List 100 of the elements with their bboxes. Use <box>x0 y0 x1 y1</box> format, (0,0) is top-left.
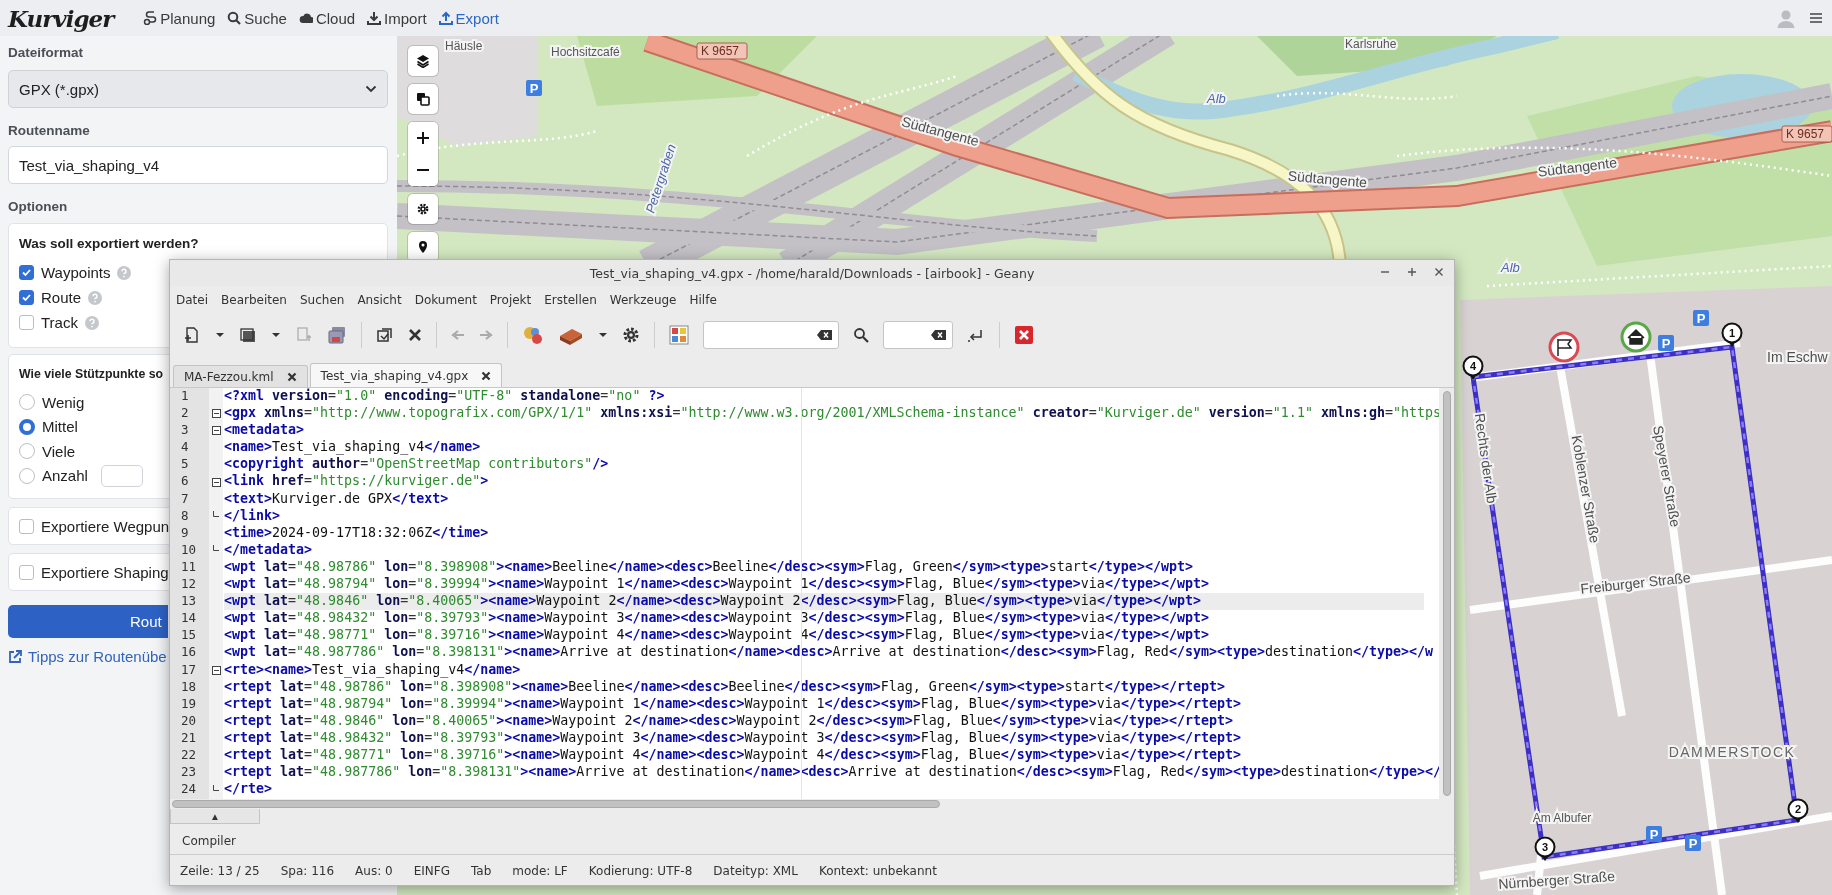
panel-toggle-button[interactable]: ▲ <box>170 809 260 824</box>
menu-item[interactable]: Ansicht <box>357 292 402 307</box>
radio-button[interactable] <box>19 394 35 411</box>
route-name-field[interactable]: Test_via_shaping_v4 <box>8 146 388 184</box>
settings-button[interactable] <box>408 194 438 224</box>
app-logo[interactable]: Kurviger <box>8 4 114 32</box>
nav-link[interactable]: Export <box>438 9 499 27</box>
parking-sign: P <box>526 80 542 96</box>
fold-toggle-icon[interactable] <box>211 477 221 487</box>
code-line: <rtept lat="48.98794" lon="8.39994"><name>Waypoint 1</name><desc>Waypoint 1</desc><sym>Flag, Blue</sym><type>via</type></rtept> <box>224 695 1242 713</box>
status-item: Dateityp: XML <box>713 863 798 878</box>
menu-item[interactable]: Suchen <box>299 292 345 307</box>
close-icon[interactable] <box>408 328 422 342</box>
fold-toggle-icon[interactable] <box>211 426 221 436</box>
checkbox[interactable] <box>19 290 34 305</box>
nav-link[interactable]: Cloud <box>298 9 356 27</box>
code-line: <rtept lat="48.9846" lon="8.40065"><name>Waypoint 2</name><desc>Waypoint 2</desc><sym>Flag, Blue</sym><type>via</type></rtept> <box>224 712 1234 730</box>
overlay-icon <box>416 92 430 106</box>
close-icon[interactable] <box>1434 267 1444 277</box>
menu-item[interactable]: Datei <box>176 292 208 307</box>
code-line: <wpt lat="48.98432" lon="8.39793"><name>Waypoint 3</name><desc>Waypoint 3</desc><sym>Flag, Blue</sym><type>via</type></wpt> <box>224 610 1210 628</box>
file-tab[interactable]: MA-Fezzou.kml <box>173 365 308 387</box>
tips-link[interactable]: Tipps zur Routenübe <box>8 648 167 665</box>
overlay-button[interactable] <box>408 84 438 114</box>
layers-button[interactable] <box>408 46 438 76</box>
code-line: <wpt lat="48.987786" lon="8.398131"><name>Arrive at destination</name><desc>Arrive at destination</desc><sym>Flag, Red</sym><type>destination</type></w <box>224 644 1434 662</box>
dropdown-icon[interactable] <box>215 332 225 338</box>
number-field[interactable] <box>100 464 143 487</box>
dropdown-icon[interactable] <box>271 332 281 338</box>
parking-sign: P <box>1646 826 1662 842</box>
close-icon[interactable] <box>286 371 297 382</box>
panel-tab[interactable]: Compiler <box>176 832 242 850</box>
checkmark-icon <box>21 292 32 303</box>
checkbox[interactable] <box>19 564 34 580</box>
horizontal-scrollbar[interactable] <box>170 799 1454 809</box>
maximize-icon[interactable] <box>1407 267 1417 277</box>
radio-button[interactable] <box>19 443 35 460</box>
zoom-in-icon <box>416 131 430 145</box>
nav-link[interactable]: Suche <box>227 9 287 27</box>
chevron-down-icon <box>365 85 377 93</box>
menu-item[interactable]: Projekt <box>489 292 532 307</box>
code-line: </metadata> <box>224 541 314 559</box>
line-number: 19 <box>180 695 197 713</box>
folder-icon[interactable] <box>239 326 257 344</box>
checkbox[interactable] <box>19 265 34 280</box>
code-line: <gpx xmlns="http://www.topografix.com/GPX/1/1" xmlns:xsi="http://www.w3.org/2001/XMLSchema-instance" creator="Kurviger.de" version="1.1" xmlns:gh="https <box>224 405 1439 423</box>
download-icon <box>367 11 382 25</box>
close-icon[interactable] <box>481 370 492 381</box>
dropdown-icon[interactable] <box>598 332 608 338</box>
quit-icon[interactable] <box>1014 325 1034 345</box>
code-line: <wpt lat="48.98794" lon="8.39994"><name>Waypoint 1</name><desc>Waypoint 1</desc><sym>Flag, Blue</sym><type>via</type></wpt> <box>224 576 1210 594</box>
waypoint-marker: 1 <box>1721 322 1743 347</box>
status-item: Aus: 0 <box>355 863 393 878</box>
radio-label: Wenig <box>42 393 85 411</box>
format-select[interactable]: GPX (*.gpx) <box>8 70 388 108</box>
external-link-icon <box>8 649 22 664</box>
checkbox[interactable] <box>19 315 34 330</box>
line-number: 1 <box>180 388 189 405</box>
search-field[interactable] <box>883 321 953 349</box>
vertical-scrollbar[interactable] <box>1439 388 1454 799</box>
checkmark-icon <box>21 267 32 278</box>
menu-item[interactable]: Bearbeiten <box>221 292 287 307</box>
checkbox[interactable] <box>19 518 34 534</box>
nav-link[interactable]: Planung <box>143 9 216 27</box>
menu-icon[interactable] <box>1810 12 1822 24</box>
file-tab[interactable]: Test_via_shaping_v4.gpx <box>309 363 503 387</box>
route-export-button[interactable]: Rout <box>8 605 168 638</box>
parking-sign: P <box>1658 335 1674 351</box>
settings-icon <box>416 202 430 216</box>
checkbox-label: Waypoints <box>41 264 111 281</box>
gear-icon[interactable] <box>622 326 640 344</box>
menu-item[interactable]: Dokument <box>414 292 477 307</box>
clear-icon[interactable] <box>931 329 946 341</box>
reload-icon[interactable] <box>376 326 394 344</box>
menu-item[interactable]: Hilfe <box>689 292 717 307</box>
nav-link[interactable]: Import <box>367 9 427 27</box>
parking-sign: P <box>1693 310 1709 326</box>
map-label: Im Eschw <box>1767 349 1828 365</box>
menu-item[interactable]: Erstellen <box>544 292 597 307</box>
road-number: K 9657 <box>1781 125 1832 143</box>
jump-icon[interactable] <box>967 328 985 342</box>
fold-toggle-icon[interactable] <box>211 409 221 419</box>
menu-item[interactable]: Werkzeuge <box>609 292 677 307</box>
location-pin-button[interactable] <box>408 232 438 262</box>
checkbox-label: Exportiere Wegpun <box>41 517 170 535</box>
line-number: 14 <box>180 610 197 628</box>
new-file-icon[interactable] <box>183 326 201 344</box>
search-field[interactable] <box>703 321 839 349</box>
line-number: 4 <box>180 439 189 457</box>
map-label: Rechts der Alb <box>1471 412 1501 505</box>
compile-icon[interactable] <box>522 325 544 345</box>
radio-button[interactable] <box>19 418 35 435</box>
color-palette-icon[interactable] <box>669 325 689 345</box>
save-all-icon[interactable] <box>327 326 347 344</box>
search-icon[interactable] <box>853 327 869 343</box>
radio-button[interactable] <box>19 467 35 484</box>
field-label: Routenname <box>8 124 91 138</box>
fold-toggle-icon[interactable] <box>211 665 221 675</box>
window-title: Test_via_shaping_v4.gpx - /home/harald/Downloads - [airbook] - Geany <box>589 265 1035 281</box>
clear-icon[interactable] <box>817 329 832 341</box>
